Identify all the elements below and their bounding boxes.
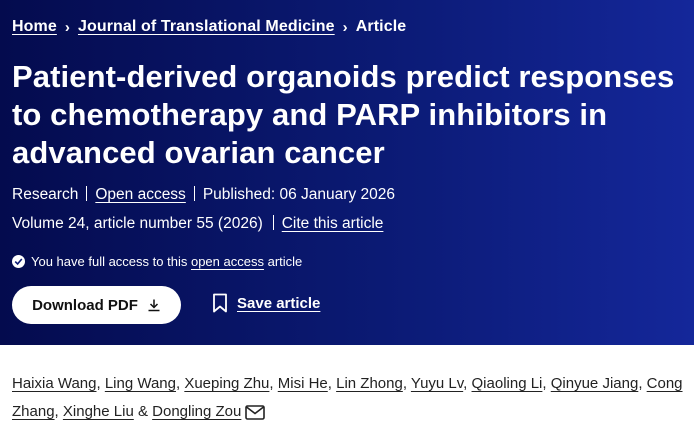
meta-divider (86, 186, 88, 201)
author-link[interactable]: Xueping Zhu (184, 375, 269, 392)
breadcrumb: Home › Journal of Translational Medicine… (12, 18, 406, 36)
chevron-right-icon: › (64, 18, 70, 36)
save-article-button[interactable]: Save article (212, 293, 320, 313)
cite-article-link[interactable]: Cite this article (282, 215, 384, 232)
article-type: Research (12, 186, 79, 203)
meta-divider (272, 215, 274, 230)
access-notice: You have full access to this open access… (12, 254, 302, 269)
author-link[interactable]: Qiaoling Li (472, 375, 543, 392)
author-link[interactable]: Dongling Zou (152, 403, 241, 420)
check-circle-icon (12, 255, 25, 268)
access-notice-link[interactable]: open access (191, 254, 264, 269)
bookmark-icon (212, 293, 228, 313)
author-link[interactable]: Xinghe Liu (63, 403, 134, 420)
author-link[interactable]: Qinyue Jiang (551, 375, 639, 392)
article-meta: Research Open access Published: 06 January… (12, 186, 395, 204)
mail-icon[interactable] (245, 402, 266, 430)
author-separator: , (96, 375, 105, 392)
author-separator: , (269, 375, 278, 392)
download-pdf-button[interactable]: Download PDF (12, 286, 181, 324)
volume-info: Volume 24, article number 55 (2026) (12, 215, 263, 232)
chevron-right-icon: › (342, 18, 348, 36)
author-separator: & (133, 403, 153, 420)
save-article-label: Save article (237, 294, 321, 312)
author-list: Haixia Wang, Ling Wang, Xueping Zhu, Mis… (12, 370, 684, 430)
author-separator: , (54, 403, 63, 420)
author-link[interactable]: Yuyu Lv (411, 375, 463, 392)
author-separator: , (402, 375, 411, 392)
author-link[interactable]: Haixia Wang (12, 375, 96, 392)
author-link[interactable]: Misi He (278, 375, 328, 392)
author-separator: , (463, 375, 472, 392)
download-icon (147, 298, 161, 312)
breadcrumb-journal-link[interactable]: Journal of Translational Medicine (78, 18, 335, 36)
download-pdf-label: Download PDF (32, 296, 138, 314)
article-title: Patient-derived organoids predict respon… (12, 59, 675, 170)
article-header: Home › Journal of Translational Medicine… (0, 0, 694, 345)
breadcrumb-current: Article (355, 18, 407, 35)
author-separator: , (327, 375, 337, 392)
author-separator: , (638, 375, 647, 392)
author-link[interactable]: Ling Wang (105, 375, 176, 392)
access-notice-suffix: article (267, 254, 303, 269)
open-access-link[interactable]: Open access (95, 186, 185, 203)
published-date: Published: 06 January 2026 (202, 186, 395, 203)
breadcrumb-home-link[interactable]: Home (12, 18, 57, 36)
article-citation-meta: Volume 24, article number 55 (2026) Cite … (12, 215, 383, 233)
author-separator: , (542, 375, 551, 392)
author-link[interactable]: Lin Zhong (336, 375, 403, 392)
access-notice-prefix: You have full access to this (31, 254, 188, 269)
meta-divider (193, 186, 195, 201)
